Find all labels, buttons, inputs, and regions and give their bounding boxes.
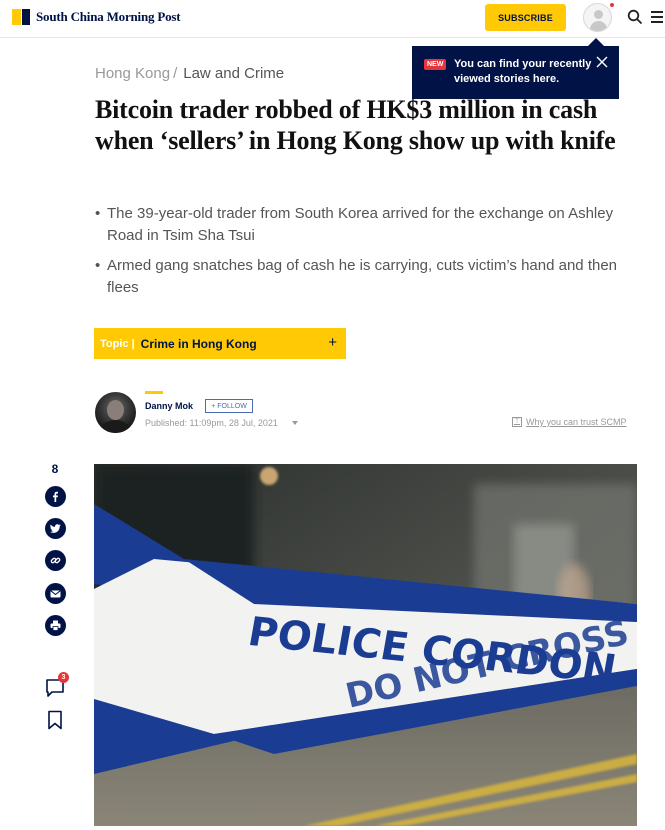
- article-summary: The 39-year-old trader from South Korea …: [95, 203, 640, 307]
- trust-label: Why you can trust SCMP: [526, 417, 627, 427]
- comment-count-badge: 3: [58, 672, 69, 683]
- tooltip-message: You can find your recently viewed storie…: [454, 58, 592, 85]
- trust-icon: ⊤: [512, 417, 522, 427]
- subscribe-button[interactable]: SUBSCRIBE: [485, 4, 566, 31]
- site-header: South China Morning Post SUBSCRIBE: [0, 0, 665, 38]
- link-icon[interactable]: [45, 550, 66, 571]
- logo-text: South China Morning Post: [36, 9, 181, 24]
- summary-bullet: Armed gang snatches bag of cash he is ca…: [95, 255, 640, 299]
- breadcrumb-region[interactable]: Hong Kong: [95, 65, 170, 82]
- published-date: Published: 11:09pm, 28 Jul, 2021: [145, 418, 278, 428]
- notification-dot: [610, 3, 614, 7]
- article-headline: Bitcoin trader robbed of HK$3 million in…: [95, 95, 616, 155]
- topic-name[interactable]: Crime in Hong Kong: [141, 337, 257, 351]
- follow-button[interactable]: + FOLLOW: [205, 399, 253, 413]
- logo-mark-icon: [12, 9, 30, 25]
- topic-label: Topic |: [100, 337, 135, 350]
- tooltip-arrow: [588, 38, 604, 46]
- user-icon[interactable]: [583, 3, 612, 32]
- breadcrumb-separator: /: [173, 65, 178, 82]
- email-icon[interactable]: [45, 583, 66, 604]
- share-count: 8: [51, 462, 59, 476]
- search-icon[interactable]: [627, 9, 643, 25]
- recently-viewed-tooltip: NEW You can find your recently viewed st…: [412, 46, 619, 99]
- plus-icon[interactable]: +: [328, 334, 337, 351]
- twitter-icon[interactable]: [45, 518, 66, 539]
- site-logo[interactable]: South China Morning Post: [12, 9, 181, 25]
- author-name[interactable]: Danny Mok: [145, 401, 193, 411]
- close-icon[interactable]: [595, 55, 609, 69]
- trust-link[interactable]: ⊤ Why you can trust SCMP: [512, 417, 627, 427]
- breadcrumb: Hong Kong / Law and Crime: [95, 65, 284, 82]
- print-icon[interactable]: [45, 615, 66, 636]
- chevron-down-icon[interactable]: [292, 421, 298, 426]
- author-accent-line: [145, 391, 163, 394]
- summary-bullet: The 39-year-old trader from South Korea …: [95, 203, 640, 247]
- bookmark-icon[interactable]: [46, 710, 64, 730]
- new-badge: NEW: [424, 59, 447, 70]
- menu-icon[interactable]: [651, 11, 663, 23]
- hero-image[interactable]: POLICE CORDON DO NOT CROSS: [94, 464, 637, 826]
- topic-follow-bar[interactable]: Topic | Crime in Hong Kong +: [94, 328, 346, 359]
- breadcrumb-section[interactable]: Law and Crime: [183, 65, 284, 82]
- facebook-icon[interactable]: [45, 486, 66, 507]
- author-avatar[interactable]: [95, 392, 136, 433]
